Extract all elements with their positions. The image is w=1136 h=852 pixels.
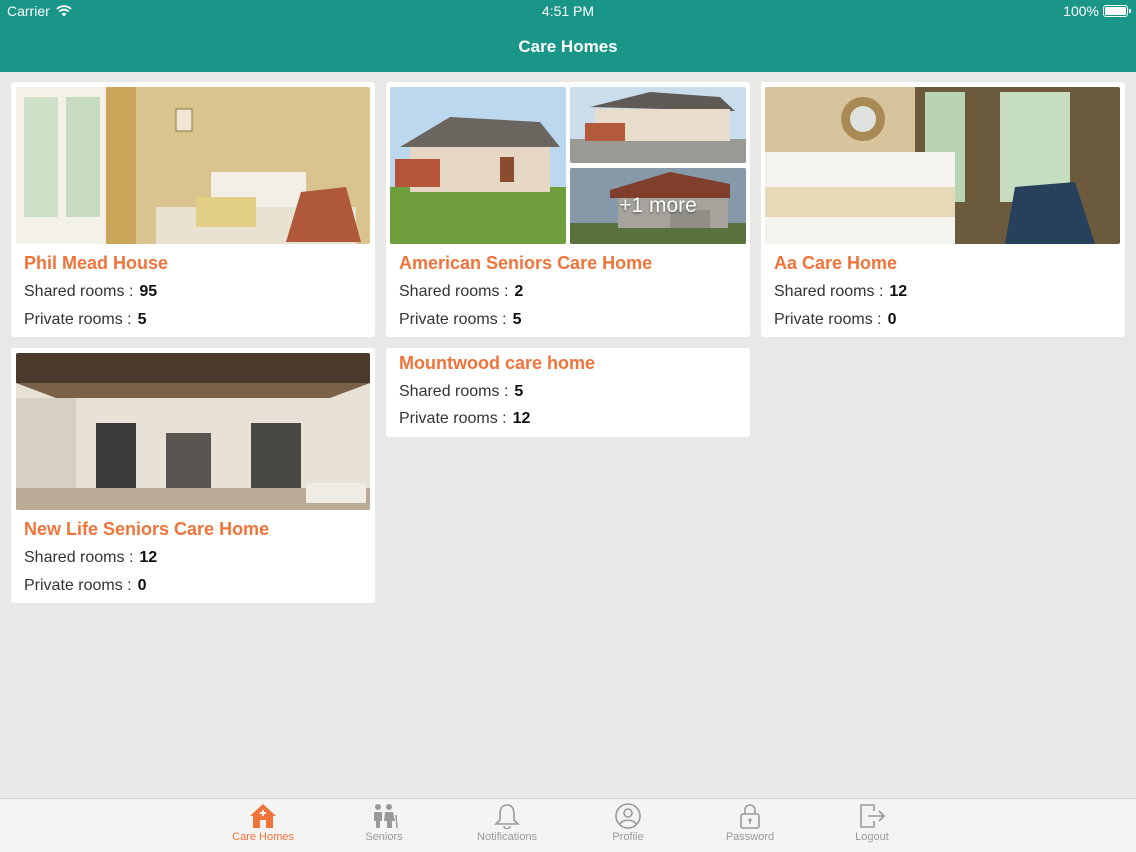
page-title: Care Homes bbox=[518, 37, 618, 56]
care-home-name: Mountwood care home bbox=[399, 353, 596, 373]
private-rooms-count: 0 bbox=[137, 577, 147, 594]
status-battery: 100% bbox=[1063, 3, 1131, 19]
shared-rooms-row: Shared rooms : 5 bbox=[399, 383, 523, 401]
shared-rooms-count: 12 bbox=[139, 549, 158, 566]
care-home-photo bbox=[570, 87, 746, 163]
private-rooms-label: Private rooms : bbox=[24, 577, 132, 594]
more-photos-overlay[interactable]: +1 more bbox=[570, 168, 746, 244]
tab-notifications[interactable]: Notifications bbox=[462, 799, 552, 852]
tab-password[interactable]: Password bbox=[705, 799, 795, 852]
private-rooms-count: 12 bbox=[512, 410, 531, 427]
private-rooms-count: 0 bbox=[887, 311, 897, 328]
house-icon bbox=[250, 804, 276, 828]
logout-icon bbox=[860, 804, 886, 828]
care-home-card[interactable]: Mountwood care home Shared rooms : 5 Priv… bbox=[386, 348, 750, 437]
seniors-icon bbox=[374, 804, 398, 829]
private-rooms-row: Private rooms : 5 bbox=[24, 311, 147, 329]
private-rooms-count: 5 bbox=[512, 311, 522, 328]
battery-icon bbox=[1103, 5, 1131, 17]
shared-rooms-row: Shared rooms : 12 bbox=[774, 283, 907, 301]
private-rooms-row: Private rooms : 5 bbox=[399, 311, 522, 329]
lock-icon bbox=[740, 804, 760, 829]
shared-rooms-row: Shared rooms : 95 bbox=[24, 283, 157, 301]
shared-rooms-label: Shared rooms : bbox=[774, 283, 884, 300]
shared-rooms-count: 12 bbox=[889, 283, 908, 300]
tab-logout[interactable]: Logout bbox=[827, 799, 917, 852]
shared-rooms-label: Shared rooms : bbox=[24, 283, 134, 300]
shared-rooms-count: 95 bbox=[139, 283, 158, 300]
private-rooms-row: Private rooms : 0 bbox=[24, 577, 147, 595]
navigation-bar: Carrier 4:51 PM 100% Care Homes bbox=[0, 0, 1136, 72]
status-time: 4:51 PM bbox=[541, 3, 595, 19]
shared-rooms-label: Shared rooms : bbox=[399, 283, 509, 300]
tab-bar: Care Homes Seniors Notifications Profile bbox=[0, 798, 1136, 852]
battery-label: 100% bbox=[1063, 3, 1099, 19]
private-rooms-label: Private rooms : bbox=[399, 311, 507, 328]
care-home-name: American Seniors Care Home bbox=[399, 253, 653, 273]
private-rooms-label: Private rooms : bbox=[774, 311, 882, 328]
care-home-name: New Life Seniors Care Home bbox=[24, 519, 270, 539]
tab-care-homes[interactable]: Care Homes bbox=[218, 799, 308, 852]
user-circle-icon bbox=[615, 803, 641, 829]
bell-icon bbox=[494, 804, 520, 829]
shared-rooms-row: Shared rooms : 2 bbox=[399, 283, 523, 301]
private-rooms-label: Private rooms : bbox=[399, 410, 507, 427]
tab-label: Notifications bbox=[477, 831, 537, 843]
tab-profile[interactable]: Profile bbox=[583, 799, 673, 852]
private-rooms-label: Private rooms : bbox=[24, 311, 132, 328]
care-home-card[interactable]: Aa Care Home Shared rooms : 12 Private ro… bbox=[761, 82, 1125, 337]
private-rooms-count: 5 bbox=[137, 311, 147, 328]
care-home-photo bbox=[765, 87, 1120, 244]
shared-rooms-row: Shared rooms : 12 bbox=[24, 549, 157, 567]
tab-label: Logout bbox=[855, 831, 889, 843]
care-home-photo bbox=[390, 87, 566, 244]
private-rooms-row: Private rooms : 0 bbox=[774, 311, 897, 329]
private-rooms-row: Private rooms : 12 bbox=[399, 410, 530, 428]
care-home-name: Aa Care Home bbox=[774, 253, 898, 273]
shared-rooms-label: Shared rooms : bbox=[399, 383, 509, 400]
tab-label: Seniors bbox=[365, 831, 403, 843]
shared-rooms-count: 5 bbox=[514, 383, 524, 400]
tab-label: Care Homes bbox=[232, 831, 294, 843]
shared-rooms-count: 2 bbox=[514, 283, 524, 300]
care-home-card[interactable]: Phil Mead House Shared rooms : 95 Private… bbox=[11, 82, 375, 337]
care-home-photo bbox=[16, 87, 370, 244]
care-home-photo bbox=[16, 353, 370, 510]
care-home-name: Phil Mead House bbox=[24, 253, 169, 273]
care-home-card[interactable]: New Life Seniors Care Home Shared rooms … bbox=[11, 348, 375, 603]
tab-seniors[interactable]: Seniors bbox=[339, 799, 429, 852]
care-home-card[interactable]: +1 more American Seniors Care Home Share… bbox=[386, 82, 750, 337]
tab-label: Password bbox=[725, 831, 775, 843]
shared-rooms-label: Shared rooms : bbox=[24, 549, 134, 566]
tab-label: Profile bbox=[612, 831, 644, 843]
care-home-photo[interactable]: +1 more bbox=[570, 168, 746, 244]
